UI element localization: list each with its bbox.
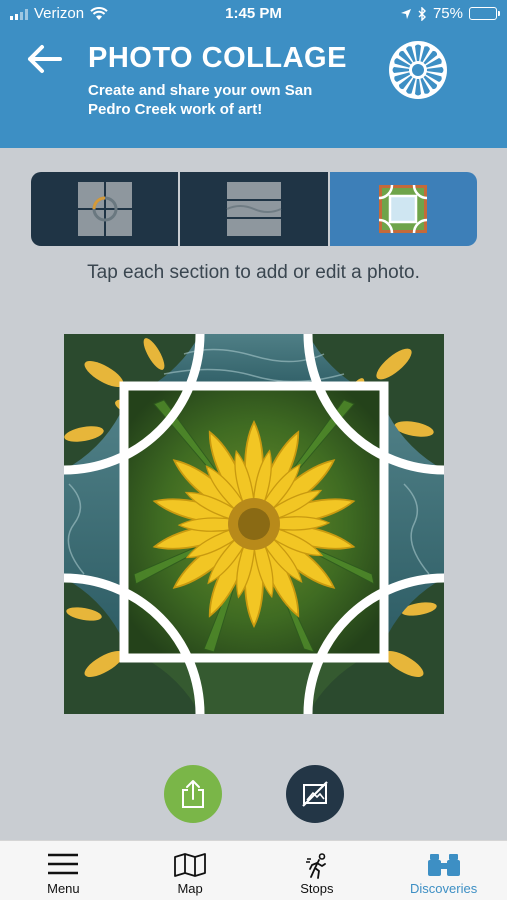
status-bar: Verizon 1:45 PM 75% bbox=[0, 0, 507, 28]
arrow-left-icon bbox=[28, 45, 62, 73]
back-button[interactable] bbox=[24, 42, 64, 76]
photo-collage bbox=[64, 334, 444, 714]
no-image-icon bbox=[302, 781, 328, 807]
hamburger-icon bbox=[48, 853, 79, 875]
grid-four-layout-icon bbox=[77, 182, 132, 236]
battery-icon bbox=[469, 7, 500, 20]
layout-selector bbox=[31, 172, 477, 246]
tab-menu[interactable]: Menu bbox=[0, 841, 127, 900]
layout-option-grid[interactable] bbox=[31, 172, 179, 246]
clear-photos-button[interactable] bbox=[286, 765, 344, 823]
location-arrow-icon bbox=[400, 8, 411, 19]
tab-bar: Menu Map Stops Discoveries bbox=[0, 840, 507, 900]
tab-discoveries[interactable]: Discoveries bbox=[380, 841, 507, 900]
walking-icon bbox=[305, 853, 326, 879]
framed-center-layout-icon bbox=[379, 184, 428, 234]
share-button[interactable] bbox=[164, 765, 222, 823]
battery-percent: 75% bbox=[432, 5, 463, 22]
flower-logo-icon bbox=[389, 41, 447, 99]
tab-label: Stops bbox=[300, 881, 334, 896]
tab-stops[interactable]: Stops bbox=[254, 841, 381, 900]
stacked-rows-layout-icon bbox=[226, 182, 282, 236]
instruction-text: Tap each section to add or edit a photo. bbox=[87, 262, 420, 283]
share-icon bbox=[182, 780, 204, 808]
tab-label: Menu bbox=[47, 881, 80, 896]
tab-label: Map bbox=[177, 881, 203, 896]
layout-option-rows[interactable] bbox=[178, 172, 328, 246]
tab-label: Discoveries bbox=[410, 881, 478, 896]
layout-option-framed[interactable] bbox=[327, 172, 477, 246]
binoculars-icon bbox=[427, 854, 460, 876]
page-subtitle: Create and share your own San Pedro Cree… bbox=[88, 82, 313, 118]
map-icon bbox=[174, 853, 207, 877]
page-title: PHOTO COLLAGE bbox=[88, 42, 347, 74]
bluetooth-icon bbox=[418, 6, 426, 21]
header: PHOTO COLLAGE Create and share your own … bbox=[0, 28, 507, 148]
tab-map[interactable]: Map bbox=[127, 841, 254, 900]
